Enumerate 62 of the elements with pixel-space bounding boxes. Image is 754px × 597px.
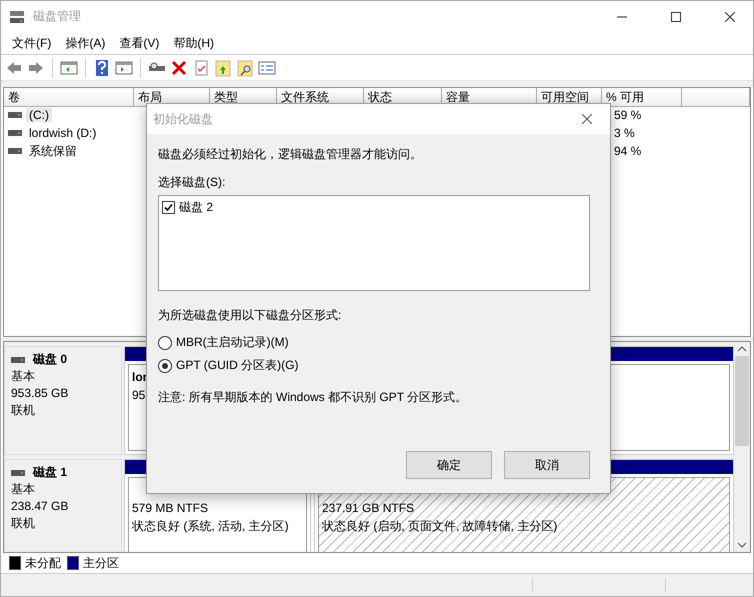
delete-icon[interactable]: [170, 58, 188, 76]
radio-label[interactable]: GPT (GUID 分区表)(G): [176, 357, 298, 374]
disk-type: 基本: [11, 481, 36, 498]
help-icon[interactable]: [93, 58, 111, 76]
dialog-button[interactable]: 确定: [406, 451, 492, 479]
disk-name: 磁盘 0: [33, 351, 68, 368]
legend-label: 主分区: [83, 554, 119, 572]
minimize-icon[interactable]: [617, 16, 627, 18]
dialog-button[interactable]: 取消: [504, 451, 590, 479]
volume-name[interactable]: lordwish (D:): [26, 126, 100, 140]
menu-item[interactable]: 操作(A): [58, 34, 112, 52]
window-title: 磁盘管理: [33, 8, 82, 25]
disk-size: 953.85 GB: [11, 385, 70, 402]
panel-icon[interactable]: [115, 58, 133, 76]
checklist-icon[interactable]: [258, 58, 276, 76]
drive-icon: [11, 356, 25, 364]
menu-item[interactable]: 文件(F): [5, 34, 58, 52]
radio-button[interactable]: [158, 358, 172, 372]
table-cell-text: 3 %: [613, 126, 636, 140]
column-header[interactable]: % 可用: [602, 88, 682, 107]
legend-label: 未分配: [25, 554, 61, 572]
column-header[interactable]: 卷: [4, 88, 134, 107]
checkbox[interactable]: [162, 201, 175, 214]
volume-name[interactable]: 系统保留: [26, 142, 80, 160]
app-icon: [9, 10, 25, 24]
folder-search-icon[interactable]: [236, 58, 254, 76]
partition-info: 状态良好 (系统, 活动, 主分区): [132, 519, 289, 533]
disk-list[interactable]: 磁盘 2: [158, 195, 590, 291]
disk-size: 238.47 GB: [11, 498, 70, 515]
dialog-title: 初始化磁盘: [153, 110, 214, 128]
menu-item[interactable]: 帮助(H): [166, 34, 221, 52]
list-label: 选择磁盘(S):: [158, 174, 226, 191]
volume-name[interactable]: (C:): [26, 108, 52, 122]
radio-button[interactable]: [158, 336, 172, 350]
partition-label: lor: [132, 370, 148, 384]
style-label: 为所选磁盘使用以下磁盘分区形式:: [158, 307, 342, 324]
panel-icon[interactable]: [60, 58, 78, 76]
partition-info: 579 MB NTFS: [132, 501, 208, 515]
maximize-icon[interactable]: [671, 12, 681, 22]
partition-info: 状态良好 (启动, 页面文件, 故障转储, 主分区): [322, 519, 558, 533]
dialog-message: 磁盘必须经过初始化，逻辑磁盘管理器才能访问。: [158, 146, 423, 163]
scroll-thumb[interactable]: [735, 356, 749, 446]
radio-label[interactable]: MBR(主启动记录)(M): [176, 334, 289, 351]
drive-icon: [11, 468, 25, 476]
close-icon[interactable]: [582, 114, 592, 124]
disk-type: 基本: [11, 368, 36, 385]
close-icon[interactable]: [725, 12, 735, 22]
drive-icon: [8, 129, 22, 137]
disk-status: 联机: [11, 402, 36, 419]
menu-item[interactable]: 查看(V): [112, 34, 166, 52]
table-cell-text: 94 %: [613, 144, 642, 158]
table-cell-text: 59 %: [613, 108, 642, 122]
drive-icon: [8, 111, 22, 119]
note-text: 注意: 所有早期版本的 Windows 都不识别 GPT 分区形式。: [158, 389, 468, 406]
partition-info: 237.91 GB NTFS: [322, 501, 414, 515]
disk-option[interactable]: 磁盘 2: [179, 199, 214, 216]
disk-status: 联机: [11, 515, 36, 532]
disk-name: 磁盘 1: [33, 464, 68, 481]
header-filler: [682, 88, 750, 107]
folder-up-icon[interactable]: [214, 58, 232, 76]
partition-info: 95: [132, 388, 146, 402]
drive-icon: [8, 147, 22, 155]
